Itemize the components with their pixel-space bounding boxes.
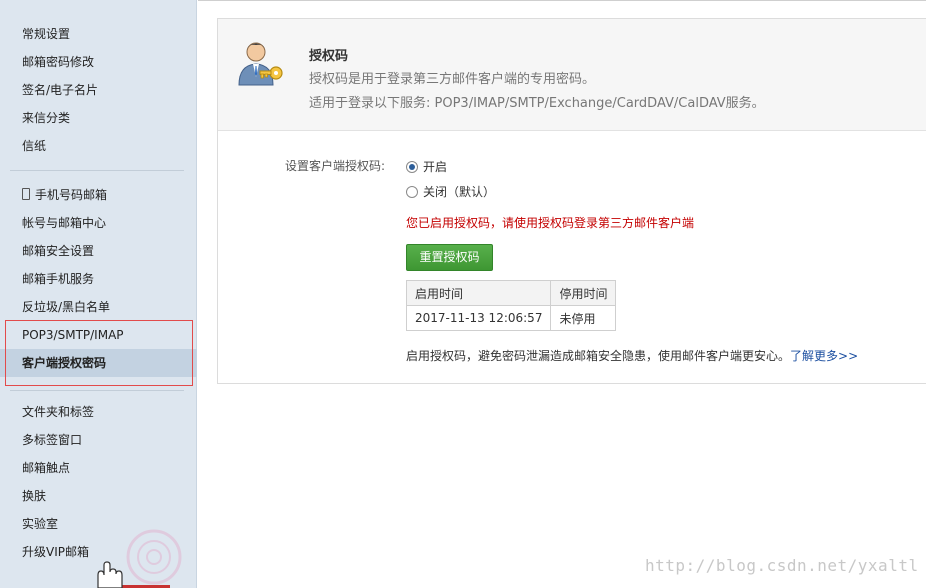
table-header-row: 启用时间 停用时间 bbox=[405, 280, 617, 306]
footer-note-text: 启用授权码，避免密码泄漏造成邮箱安全隐患，使用邮件客户端更安心。 bbox=[406, 349, 791, 363]
nav-item-general-settings[interactable]: 常规设置 bbox=[0, 20, 197, 48]
user-key-icon bbox=[238, 42, 283, 86]
footer-note: 启用授权码，避免密码泄漏造成邮箱安全隐患，使用邮件客户端更安心。了解更多>> bbox=[406, 347, 858, 364]
sidebar-divider bbox=[10, 170, 184, 171]
radio-disable-label: 关闭（默认） bbox=[423, 185, 496, 199]
sidebar: 常规设置 邮箱密码修改 签名/电子名片 来信分类 信纸 手机号码邮箱 帐号与邮箱… bbox=[0, 0, 197, 588]
column-disabled-time: 停用时间 bbox=[550, 280, 617, 306]
header-services: 适用于登录以下服务: POP3/IMAP/SMTP/Exchange/CardD… bbox=[309, 96, 765, 111]
nav-item-password-change[interactable]: 邮箱密码修改 bbox=[0, 48, 197, 76]
phone-icon bbox=[22, 188, 30, 200]
nav-item-mobile-service[interactable]: 邮箱手机服务 bbox=[0, 265, 197, 293]
page-title: 授权码 bbox=[309, 49, 349, 64]
nav-item-phone-mailbox[interactable]: 手机号码邮箱 bbox=[0, 181, 197, 209]
highlight-annotation-box bbox=[5, 320, 193, 386]
nav-item-skin[interactable]: 换肤 bbox=[0, 482, 197, 510]
url-watermark: http://blog.csdn.net/yxaltl bbox=[645, 556, 919, 575]
radio-disable[interactable]: 关闭（默认） bbox=[406, 183, 495, 199]
nav-item-mail-touchpoint[interactable]: 邮箱触点 bbox=[0, 454, 197, 482]
watermark-seal-icon bbox=[126, 529, 182, 585]
cell-enabled-time: 2017-11-13 12:06:57 bbox=[405, 305, 552, 331]
reset-auth-code-button[interactable]: 重置授权码 bbox=[406, 244, 493, 271]
radio-enable[interactable]: 开启 bbox=[406, 158, 447, 174]
panel-header: 授权码 授权码是用于登录第三方邮件客户端的专用密码。 适用于登录以下服务: PO… bbox=[218, 19, 926, 131]
auth-setting-label: 设置客户端授权码: bbox=[285, 159, 386, 173]
column-enabled-time: 启用时间 bbox=[405, 280, 552, 306]
nav-group-general: 常规设置 邮箱密码修改 签名/电子名片 来信分类 信纸 bbox=[0, 20, 197, 160]
radio-enable-label: 开启 bbox=[423, 160, 448, 174]
auth-code-panel: 授权码 授权码是用于登录第三方邮件客户端的专用密码。 适用于登录以下服务: PO… bbox=[217, 18, 926, 384]
hand-cursor-icon bbox=[97, 561, 123, 588]
nav-item-security-settings[interactable]: 邮箱安全设置 bbox=[0, 237, 197, 265]
cell-disabled-time: 未停用 bbox=[550, 305, 617, 331]
header-description: 授权码是用于登录第三方邮件客户端的专用密码。 bbox=[309, 72, 596, 87]
top-border-line bbox=[198, 0, 926, 1]
nav-item-spam-blacklist[interactable]: 反垃圾/黑白名单 bbox=[0, 293, 197, 321]
nav-item-label: 手机号码邮箱 bbox=[35, 188, 108, 202]
nav-item-signature[interactable]: 签名/电子名片 bbox=[0, 76, 197, 104]
nav-item-stationery[interactable]: 信纸 bbox=[0, 132, 197, 160]
nav-item-multi-tab[interactable]: 多标签窗口 bbox=[0, 426, 197, 454]
radio-checked-icon[interactable] bbox=[406, 161, 418, 173]
radio-unchecked-icon[interactable] bbox=[406, 186, 418, 198]
sidebar-divider bbox=[10, 390, 184, 391]
nav-item-account-center[interactable]: 帐号与邮箱中心 bbox=[0, 209, 197, 237]
status-message: 您已启用授权码，请使用授权码登录第三方邮件客户端 bbox=[406, 216, 695, 230]
learn-more-link[interactable]: 了解更多>> bbox=[790, 349, 858, 363]
nav-item-folders-labels[interactable]: 文件夹和标签 bbox=[0, 398, 197, 426]
auth-time-table: 启用时间 停用时间 2017-11-13 12:06:57 未停用 bbox=[405, 280, 617, 331]
nav-item-mail-filters[interactable]: 来信分类 bbox=[0, 104, 197, 132]
table-row: 2017-11-13 12:06:57 未停用 bbox=[405, 305, 617, 331]
